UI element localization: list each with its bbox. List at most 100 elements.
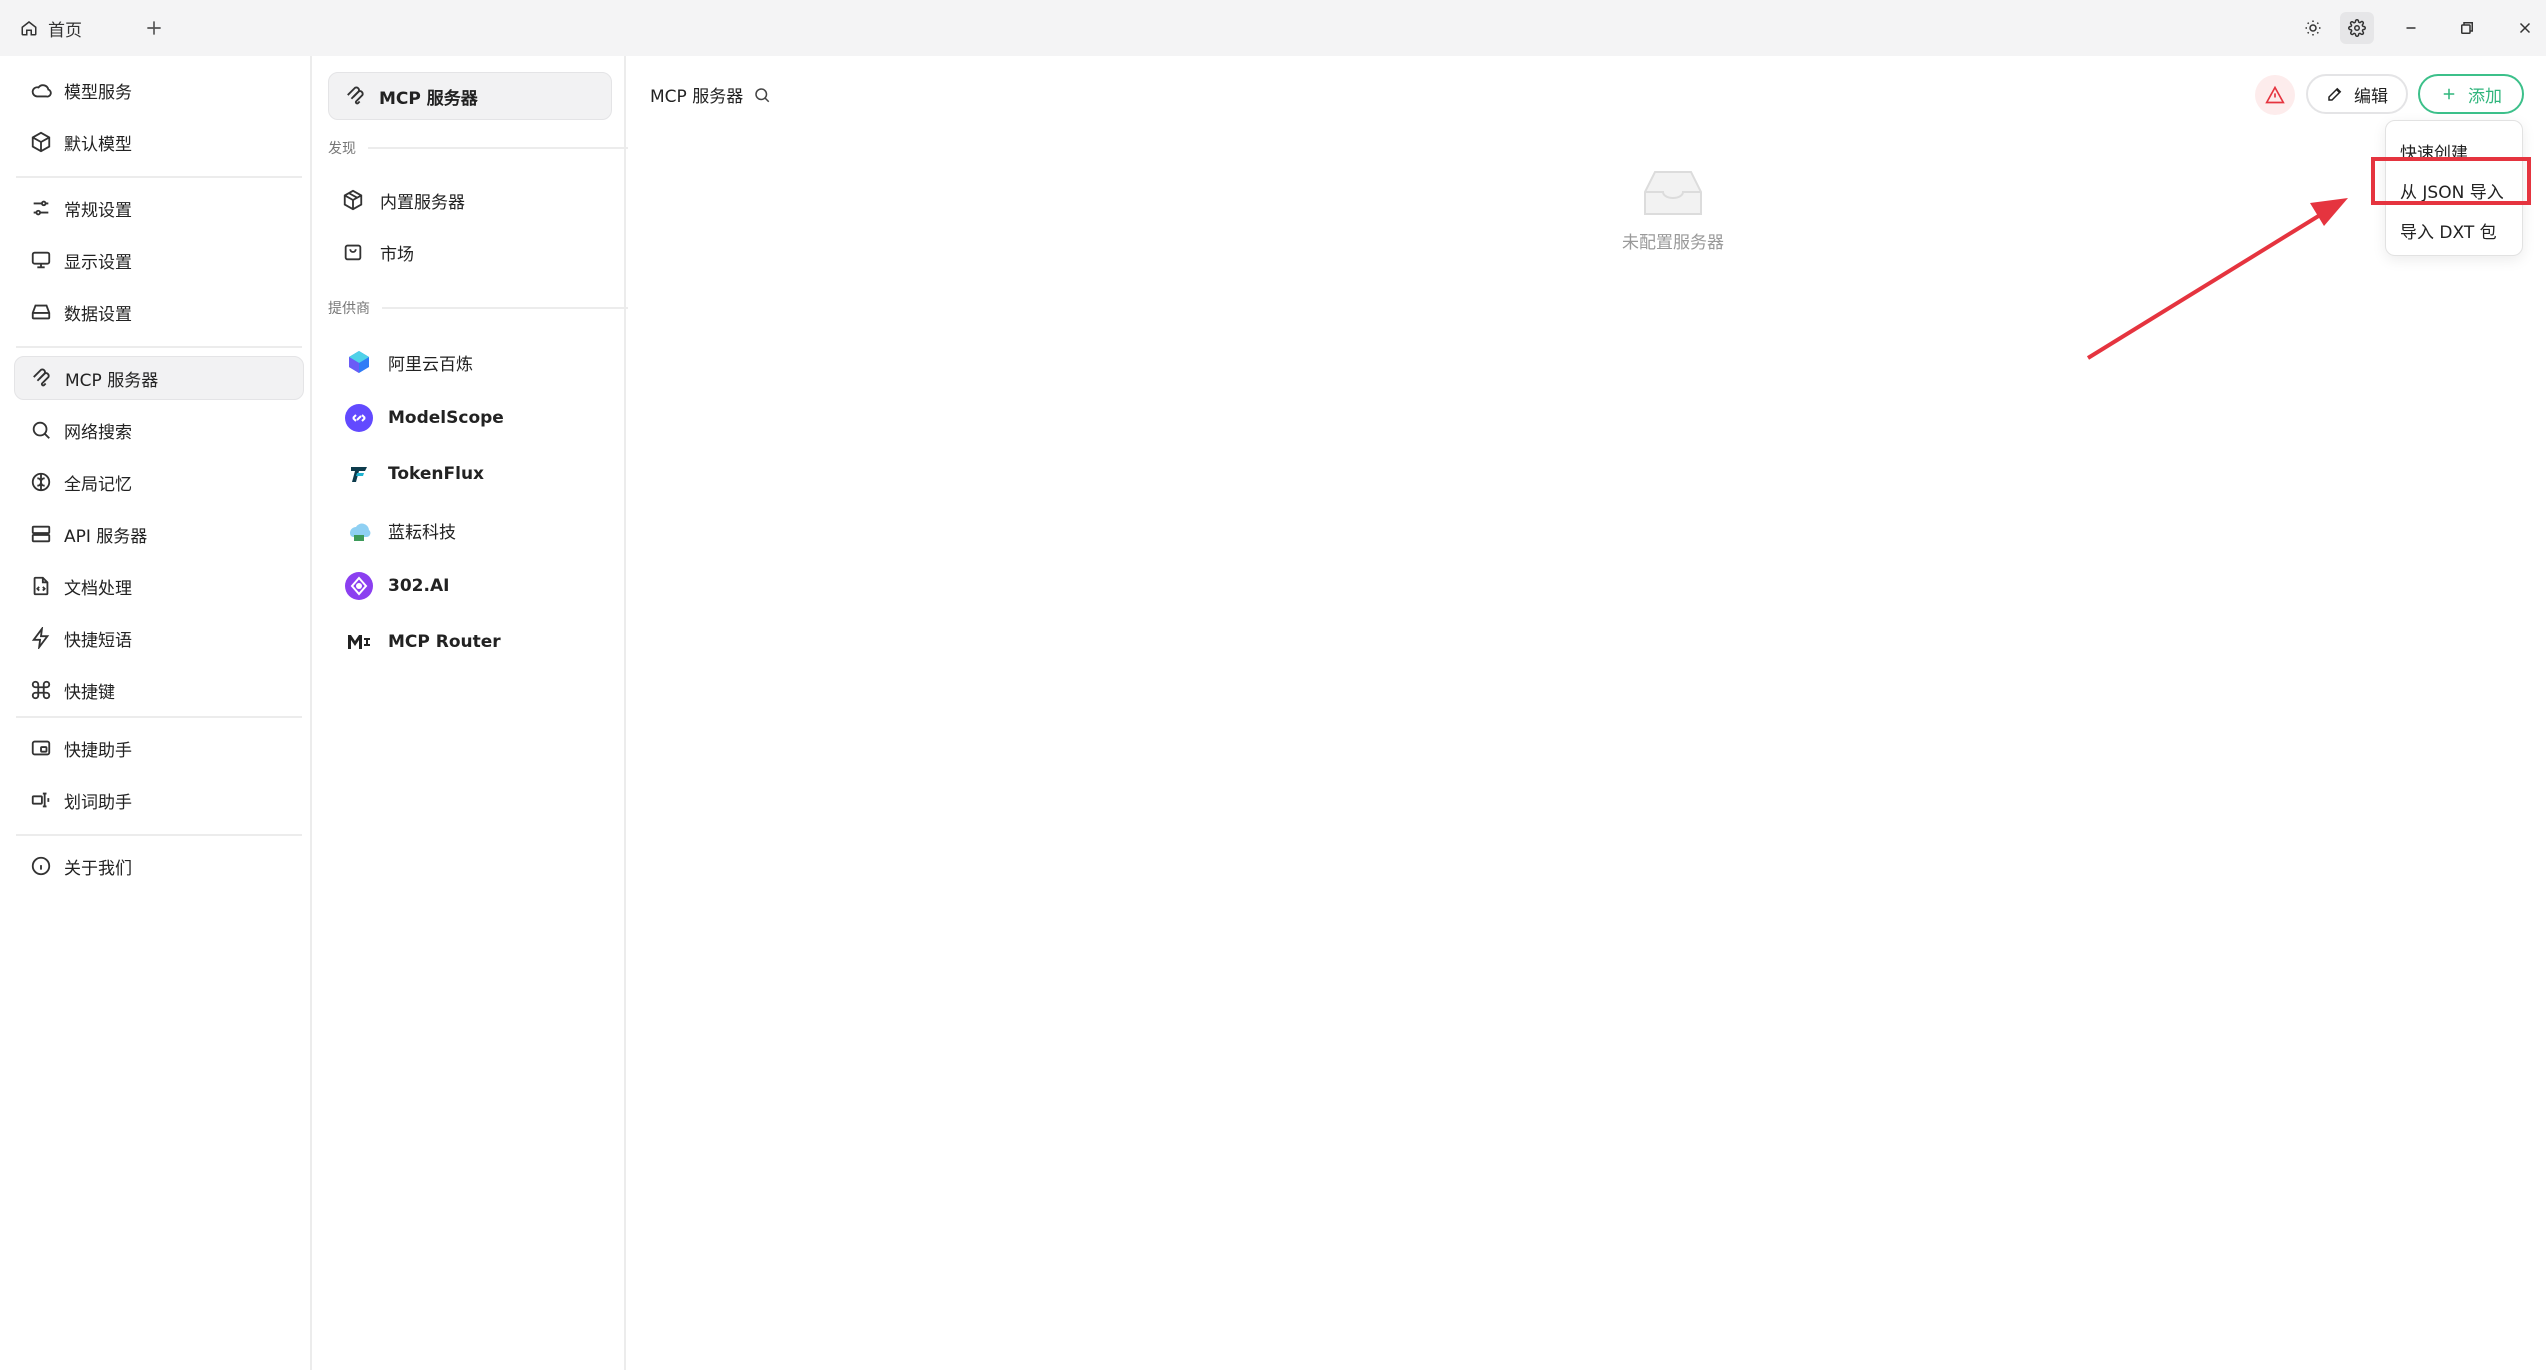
empty-state: 未配置服务器 <box>1528 166 1818 253</box>
text-select-icon <box>31 792 50 808</box>
sidebar-item-label: MCP 服务器 <box>65 370 159 391</box>
provider-label: MCP Router <box>388 632 501 652</box>
sidebar-item-label: 显示设置 <box>64 252 132 273</box>
home-icon <box>21 21 37 36</box>
settings-sidebar: 模型服务 默认模型 常规设置 显示设置 数据设置 MCP 服务器 网络搜索 全局… <box>2 56 312 1370</box>
lanyun-logo-icon <box>344 515 374 545</box>
sidebar-divider <box>16 834 302 836</box>
tab-label: 首页 <box>48 20 82 41</box>
brain-icon <box>31 472 51 492</box>
section-discover-label: 发现 <box>328 141 356 157</box>
provider-label: 阿里云百炼 <box>388 354 473 375</box>
close-button[interactable] <box>2508 12 2542 44</box>
sidebar-item-document-processing[interactable]: 文档处理 <box>14 564 304 608</box>
sidebar-item-model-service[interactable]: 模型服务 <box>14 68 304 112</box>
theme-toggle-button[interactable] <box>2296 12 2330 44</box>
mcp-servers-nav-item[interactable]: MCP 服务器 <box>328 72 612 120</box>
sidebar-item-mcp-servers[interactable]: MCP 服务器 <box>14 356 304 400</box>
page-title: MCP 服务器 <box>650 82 771 107</box>
provider-label: ModelScope <box>388 408 504 428</box>
cloud-icon <box>31 84 52 98</box>
sidebar-item-web-search[interactable]: 网络搜索 <box>14 408 304 452</box>
file-code-icon <box>33 576 49 596</box>
provider-item-302ai[interactable]: 302.AI <box>344 566 614 606</box>
sidebar-item-default-model[interactable]: 默认模型 <box>14 120 304 164</box>
plus-icon <box>2443 88 2455 100</box>
provider-item-bailian[interactable]: 阿里云百炼 <box>344 342 614 382</box>
title-bar: 首页 <box>0 0 2546 56</box>
cube-icon <box>31 131 51 153</box>
sidebar-item-selection-assistant[interactable]: 划词助手 <box>14 778 304 822</box>
sun-icon <box>2305 20 2321 36</box>
sidebar-item-label: 划词助手 <box>64 792 132 813</box>
package-icon <box>343 189 363 211</box>
provider-item-tokenflux[interactable]: TokenFlux <box>344 454 614 494</box>
restore-button[interactable] <box>2450 12 2484 44</box>
shopping-bag-icon <box>344 244 362 261</box>
mcp-icon <box>347 86 364 105</box>
edit-button-label: 编辑 <box>2354 86 2388 107</box>
bailian-logo-icon <box>344 347 374 377</box>
tokenflux-logo-icon <box>344 459 374 489</box>
sidebar-item-general-settings[interactable]: 常规设置 <box>14 186 304 230</box>
sidebar-item-quick-assistant[interactable]: 快捷助手 <box>14 726 304 770</box>
window-icon <box>31 740 51 756</box>
sidebar-divider <box>16 346 302 348</box>
highlight-box <box>2371 157 2531 205</box>
drive-icon <box>31 304 51 320</box>
close-icon <box>2519 22 2531 34</box>
section-providers-label: 提供商 <box>328 301 370 317</box>
discover-item-market[interactable]: 市场 <box>342 232 612 272</box>
sidebar-item-label: 文档处理 <box>64 578 132 599</box>
sidebar-item-api-server[interactable]: API 服务器 <box>14 512 304 556</box>
search-icon[interactable] <box>753 86 771 104</box>
sidebar-item-label: API 服务器 <box>64 526 148 547</box>
inbox-empty-icon <box>1644 171 1702 215</box>
command-icon <box>31 680 51 700</box>
302ai-logo-icon <box>344 571 374 601</box>
sidebar-item-label: 快捷助手 <box>64 740 132 761</box>
provider-label: TokenFlux <box>388 464 485 484</box>
sidebar-item-label: 默认模型 <box>64 134 132 155</box>
pencil-icon <box>2328 87 2342 101</box>
page-title-text: MCP 服务器 <box>650 87 744 107</box>
sidebar-item-global-memory[interactable]: 全局记忆 <box>14 460 304 504</box>
sidebar-item-display-settings[interactable]: 显示设置 <box>14 238 304 282</box>
sidebar-item-label: 关于我们 <box>64 858 132 879</box>
tab-home[interactable]: 首页 <box>20 12 82 44</box>
info-icon <box>31 856 51 876</box>
gear-icon <box>2348 19 2366 37</box>
add-button[interactable]: 添加 <box>2418 74 2524 114</box>
sidebar-item-quick-phrases[interactable]: 快捷短语 <box>14 616 304 660</box>
discover-item-builtin-servers[interactable]: 内置服务器 <box>342 180 612 220</box>
provider-item-mcp-router[interactable]: MCP Router <box>344 622 614 662</box>
sidebar-item-about[interactable]: 关于我们 <box>14 844 304 888</box>
sidebar-item-data-settings[interactable]: 数据设置 <box>14 290 304 334</box>
new-tab-button[interactable] <box>138 12 170 44</box>
zap-icon <box>31 627 50 649</box>
section-discover: 发现 <box>328 138 628 158</box>
warning-button[interactable] <box>2255 75 2295 115</box>
minimize-button[interactable] <box>2394 12 2428 44</box>
sidebar-item-label: 网络搜索 <box>64 422 132 443</box>
sidebar-item-shortcuts[interactable]: 快捷键 <box>14 668 304 712</box>
provider-label: 302.AI <box>388 576 450 596</box>
provider-item-lanyun[interactable]: 蓝耘科技 <box>344 510 614 550</box>
sidebar-item-label: 快捷短语 <box>64 630 132 651</box>
sidebar-item-label: 快捷键 <box>64 682 115 703</box>
search-icon <box>32 421 50 439</box>
edit-button[interactable]: 编辑 <box>2306 74 2408 114</box>
provider-label: 蓝耘科技 <box>388 522 456 543</box>
mcp-servers-nav-label: MCP 服务器 <box>379 88 478 109</box>
sidebar-item-label: 数据设置 <box>64 304 132 325</box>
menu-item-import-dxt-package[interactable]: 导入 DXT 包 <box>2386 212 2524 248</box>
minimize-icon <box>2406 27 2416 29</box>
settings-button[interactable] <box>2340 12 2374 44</box>
sidebar-divider <box>16 716 302 718</box>
server-icon <box>31 525 51 543</box>
mcp-router-logo-icon <box>344 627 374 657</box>
section-providers: 提供商 <box>328 298 628 318</box>
sidebar-divider <box>16 176 302 178</box>
provider-item-modelscope[interactable]: ModelScope <box>344 398 614 438</box>
restore-icon <box>2461 22 2473 34</box>
